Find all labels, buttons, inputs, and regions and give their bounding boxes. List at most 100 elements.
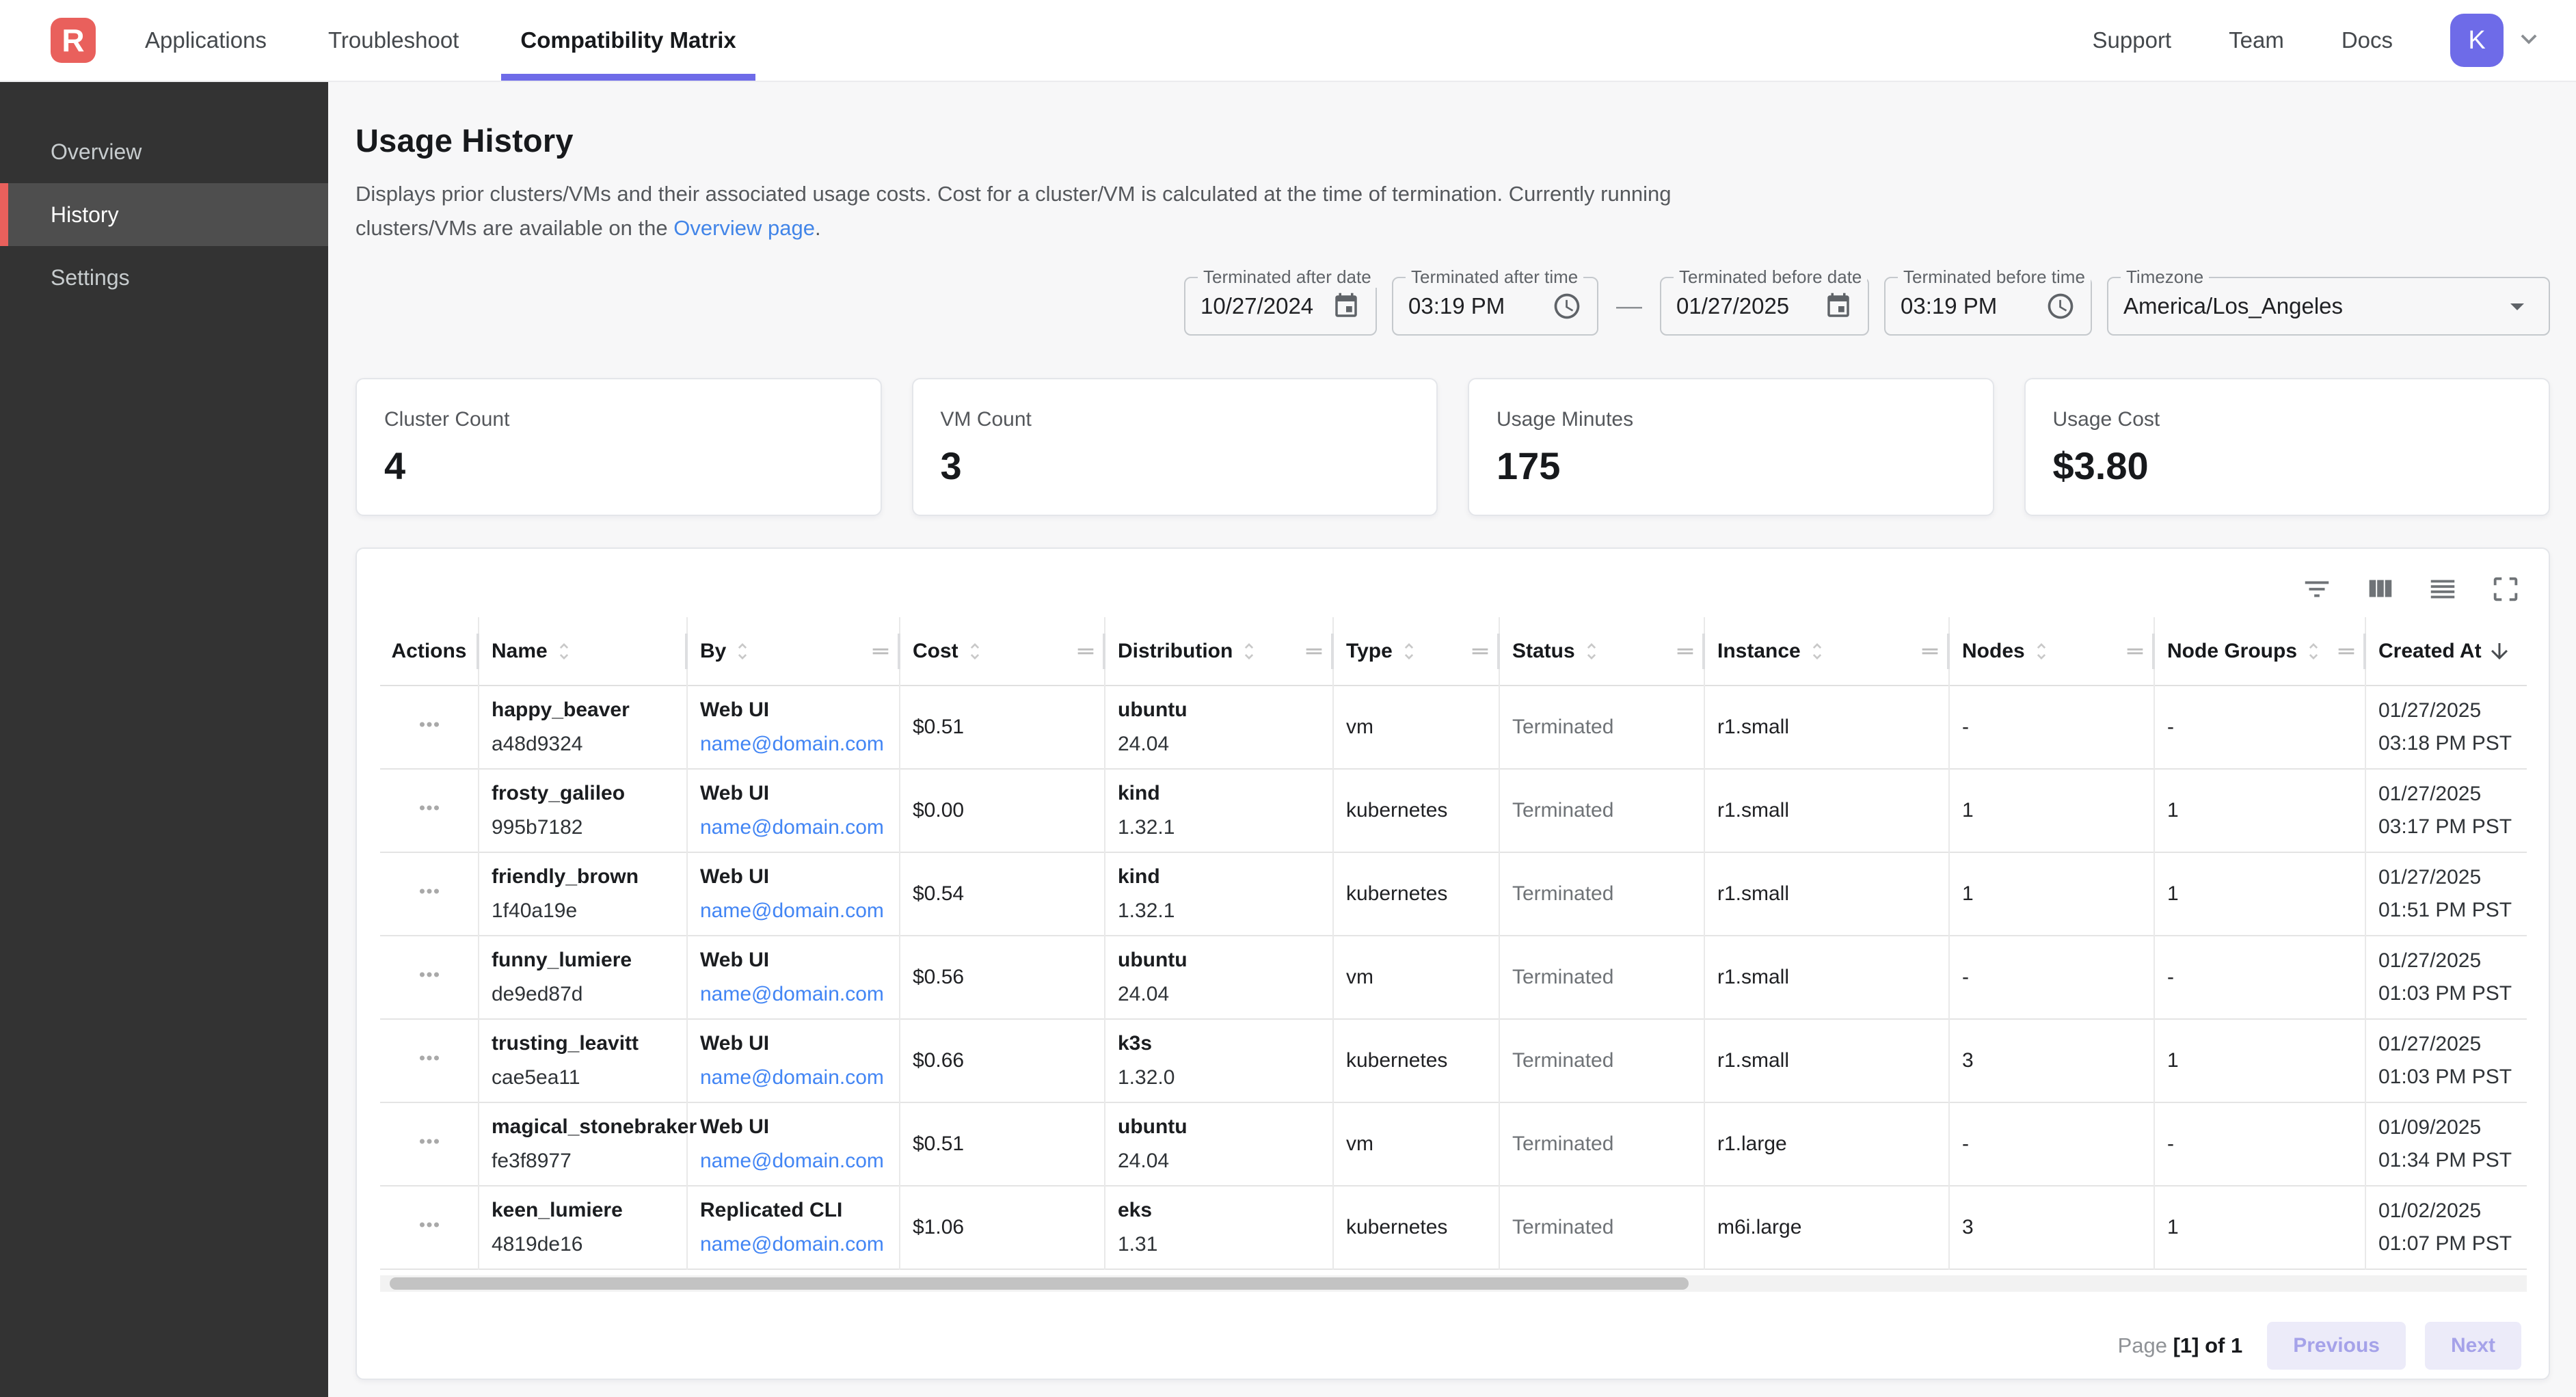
- nav-item-team[interactable]: Team: [2229, 27, 2284, 53]
- sort-icon[interactable]: [1398, 640, 1420, 662]
- calendar-icon[interactable]: [1824, 292, 1853, 321]
- stat-label: Usage Cost: [2053, 408, 2522, 431]
- created-date: 01/27/2025: [2378, 949, 2519, 973]
- replicated-logo[interactable]: R: [51, 18, 96, 63]
- column-resize-handle-icon[interactable]: [1674, 640, 1697, 663]
- usage-history-table: Actions Name By Cost Distribution Type S…: [380, 617, 2527, 1270]
- column-resize-handle-icon[interactable]: [2335, 640, 2358, 663]
- sort-icon[interactable]: [1238, 640, 1260, 662]
- field-label: Terminated before date: [1674, 267, 1867, 288]
- created-by-email[interactable]: name@domain.com: [700, 1066, 891, 1089]
- column-header-type[interactable]: Type: [1333, 617, 1499, 686]
- instance-value: r1.small: [1717, 799, 1789, 822]
- status-value: Terminated: [1512, 1132, 1613, 1155]
- sidebar-item-overview[interactable]: Overview: [0, 120, 328, 183]
- nav-item-applications[interactable]: Applications: [138, 0, 273, 81]
- distribution-version: 1.32.0: [1118, 1066, 1324, 1089]
- column-resize-handle-icon[interactable]: [1918, 640, 1942, 663]
- sort-icon[interactable]: [732, 640, 753, 662]
- clock-icon[interactable]: [2045, 291, 2076, 321]
- column-resize-handle-icon[interactable]: [2123, 640, 2147, 663]
- description-line1: Displays prior clusters/VMs and their as…: [355, 182, 1672, 206]
- created-by-email[interactable]: name@domain.com: [700, 1233, 891, 1256]
- distribution-name: kind: [1118, 782, 1324, 805]
- secondary-nav: Support Team Docs K: [2093, 14, 2545, 67]
- column-resize-handle-icon[interactable]: [1074, 640, 1097, 663]
- created-by-email[interactable]: name@domain.com: [700, 733, 891, 756]
- next-page-button[interactable]: Next: [2425, 1322, 2521, 1370]
- column-label: Cost: [913, 640, 958, 663]
- row-actions-button[interactable]: [415, 960, 444, 989]
- sort-icon[interactable]: [2303, 640, 2324, 662]
- sort-icon[interactable]: [964, 640, 986, 662]
- table-row: frosty_galileo995b7182 Web UIname@domain…: [380, 769, 2527, 852]
- sidebar-item-settings[interactable]: Settings: [0, 246, 328, 309]
- previous-page-button[interactable]: Previous: [2267, 1322, 2406, 1370]
- column-header-name[interactable]: Name: [479, 617, 687, 686]
- column-header-status[interactable]: Status: [1499, 617, 1704, 686]
- created-by-source: Replicated CLI: [700, 1199, 891, 1222]
- nav-item-troubleshoot[interactable]: Troubleshoot: [321, 0, 466, 81]
- created-by-source: Web UI: [700, 698, 891, 722]
- sidebar-item-history[interactable]: History: [0, 183, 328, 246]
- column-resize-handle-icon[interactable]: [869, 640, 892, 663]
- fullscreen-icon[interactable]: [2490, 573, 2521, 605]
- timezone-select[interactable]: Timezone America/Los_Angeles: [2107, 277, 2550, 336]
- nav-item-docs[interactable]: Docs: [2342, 27, 2393, 53]
- cost-value: $0.66: [913, 1049, 964, 1072]
- cluster-id: 4819de16: [492, 1233, 678, 1256]
- sort-icon[interactable]: [553, 640, 575, 662]
- column-header-distribution[interactable]: Distribution: [1105, 617, 1333, 686]
- created-by-email[interactable]: name@domain.com: [700, 983, 891, 1006]
- nav-item-compatibility-matrix[interactable]: Compatibility Matrix: [513, 0, 742, 81]
- column-header-node-groups[interactable]: Node Groups: [2154, 617, 2365, 686]
- sort-icon[interactable]: [1806, 640, 1828, 662]
- nav-item-support[interactable]: Support: [2093, 27, 2172, 53]
- table-row: magical_stonebrakerfe3f8977 Web UIname@d…: [380, 1102, 2527, 1186]
- row-actions-button[interactable]: [415, 794, 444, 822]
- terminated-after-date-field[interactable]: Terminated after date 10/27/2024: [1184, 277, 1377, 336]
- filter-icon[interactable]: [2301, 573, 2333, 605]
- avatar[interactable]: K: [2450, 14, 2504, 67]
- density-icon[interactable]: [2427, 573, 2458, 605]
- column-header-nodes[interactable]: Nodes: [1949, 617, 2154, 686]
- row-actions-button[interactable]: [415, 877, 444, 906]
- column-resize-handle-icon[interactable]: [1302, 640, 1326, 663]
- column-resize-handle-icon[interactable]: [1468, 640, 1492, 663]
- description-line2: clusters/VMs are available on the: [355, 216, 673, 240]
- column-header-instance[interactable]: Instance: [1704, 617, 1949, 686]
- cost-value: $0.56: [913, 966, 964, 988]
- row-actions-button[interactable]: [415, 710, 444, 739]
- description-period: .: [815, 216, 821, 240]
- table-row: funny_lumierede9ed87d Web UIname@domain.…: [380, 936, 2527, 1019]
- columns-icon[interactable]: [2364, 573, 2396, 605]
- calendar-icon[interactable]: [1332, 292, 1360, 321]
- terminated-after-time-field[interactable]: Terminated after time 03:19 PM: [1392, 277, 1598, 336]
- created-by-email[interactable]: name@domain.com: [700, 1150, 891, 1173]
- overview-page-link[interactable]: Overview page: [673, 216, 815, 240]
- horizontal-scrollbar[interactable]: [380, 1275, 2527, 1292]
- created-by-email[interactable]: name@domain.com: [700, 816, 891, 839]
- column-header-cost[interactable]: Cost: [900, 617, 1105, 686]
- column-header-created-at[interactable]: Created At: [2365, 617, 2527, 686]
- sort-icon[interactable]: [2030, 640, 2052, 662]
- account-menu[interactable]: K: [2450, 14, 2545, 67]
- cluster-id: cae5ea11: [492, 1066, 678, 1089]
- terminated-before-time-field[interactable]: Terminated before time 03:19 PM: [1884, 277, 2092, 336]
- scrollbar-thumb[interactable]: [390, 1277, 1689, 1290]
- created-by-email[interactable]: name@domain.com: [700, 899, 891, 923]
- table-row: keen_lumiere4819de16 Replicated CLIname@…: [380, 1186, 2527, 1269]
- row-actions-button[interactable]: [415, 1210, 444, 1239]
- table-row: happy_beavera48d9324 Web UIname@domain.c…: [380, 686, 2527, 769]
- distribution-version: 1.32.1: [1118, 899, 1324, 923]
- page-description: Displays prior clusters/VMs and their as…: [355, 177, 2550, 245]
- node-groups-value: -: [2167, 1132, 2174, 1155]
- row-actions-button[interactable]: [415, 1044, 444, 1072]
- page-title: Usage History: [355, 122, 2550, 159]
- sort-desc-icon[interactable]: [2487, 639, 2512, 664]
- column-header-by[interactable]: By: [687, 617, 900, 686]
- clock-icon[interactable]: [1552, 291, 1582, 321]
- terminated-before-date-field[interactable]: Terminated before date 01/27/2025: [1660, 277, 1869, 336]
- sort-icon[interactable]: [1581, 640, 1602, 662]
- row-actions-button[interactable]: [415, 1127, 444, 1156]
